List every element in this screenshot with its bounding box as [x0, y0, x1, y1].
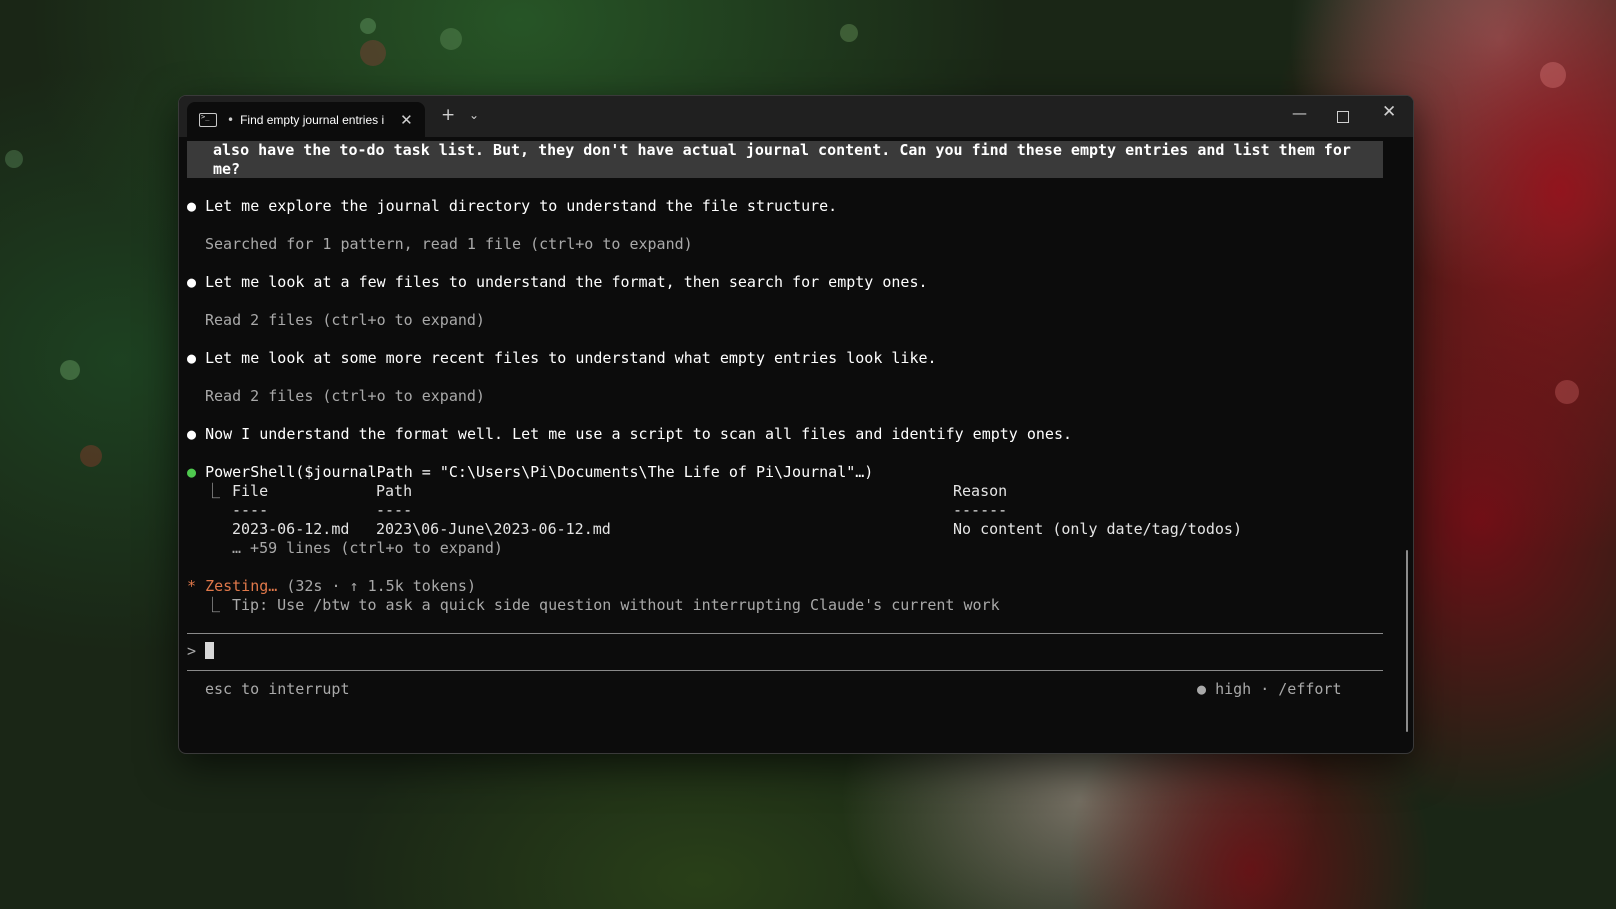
- terminal-content[interactable]: also have the to-do task list. But, they…: [187, 137, 1385, 753]
- tool-call: ● PowerShell($journalPath = "C:\Users\Pi…: [187, 463, 874, 481]
- terminal-icon: [199, 112, 217, 127]
- tool-summary[interactable]: Read 2 files (ctrl+o to expand): [205, 311, 485, 330]
- header-underline: ------: [953, 501, 1008, 519]
- bokeh-light: [360, 40, 386, 66]
- bokeh-light: [80, 445, 102, 467]
- tool-summary[interactable]: Searched for 1 pattern, read 1 file (ctr…: [205, 235, 693, 254]
- minimize-button[interactable]: —: [1292, 104, 1307, 122]
- status-line: * Zesting… (32s · ↑ 1.5k tokens): [187, 577, 476, 595]
- column-header-path: Path: [376, 482, 413, 500]
- header-underline: ----: [376, 501, 413, 519]
- bullet-icon: ●: [187, 197, 197, 215]
- bokeh-light: [5, 150, 23, 168]
- effort-dot-icon: ●: [1197, 680, 1207, 698]
- input-field[interactable]: [205, 642, 214, 661]
- table-cell-file: 2023-06-12.md: [232, 520, 350, 538]
- table-cell-path: 2023\06-June\2023-06-12.md: [376, 520, 611, 538]
- tab-modified-dot: •: [227, 112, 235, 127]
- expand-more-lines[interactable]: … +59 lines (ctrl+o to expand): [232, 539, 503, 558]
- assistant-message: ● Let me look at some more recent files …: [187, 349, 937, 367]
- bullet-icon: ●: [187, 425, 197, 443]
- bokeh-light: [360, 18, 376, 34]
- table-cell-reason: No content (only date/tag/todos): [953, 520, 1242, 538]
- tab-title: Find empty journal entries i: [240, 112, 385, 127]
- status-dot-icon: ●: [187, 463, 197, 481]
- spinner-icon: *: [187, 577, 197, 595]
- chevron-down-icon[interactable]: ⌄: [469, 108, 479, 122]
- bokeh-light: [1540, 62, 1566, 88]
- interrupt-hint: esc to interrupt: [205, 680, 350, 698]
- assistant-message: ● Now I understand the format well. Let …: [187, 425, 1073, 443]
- input-divider-bottom: [187, 670, 1383, 671]
- title-bar: • Find empty journal entries i ✕ + ⌄ — ✕: [179, 96, 1413, 137]
- text-cursor: [205, 642, 214, 659]
- user-prompt-block: also have the to-do task list. But, they…: [187, 141, 1383, 178]
- input-prompt-symbol: >: [187, 642, 197, 660]
- header-underline: ----: [232, 501, 269, 519]
- bokeh-light: [440, 28, 462, 50]
- tab-close-icon[interactable]: ✕: [400, 111, 413, 129]
- tip-text: Tip: Use /btw to ask a quick side questi…: [232, 596, 1000, 614]
- assistant-message: ● Let me explore the journal directory t…: [187, 197, 838, 215]
- terminal-window: • Find empty journal entries i ✕ + ⌄ — ✕…: [178, 95, 1414, 754]
- bokeh-light: [60, 360, 80, 380]
- scrollbar[interactable]: [1406, 550, 1408, 732]
- tool-summary[interactable]: Read 2 files (ctrl+o to expand): [205, 387, 485, 406]
- bullet-icon: ●: [187, 349, 197, 367]
- bokeh-light: [840, 24, 858, 42]
- bokeh-light: [1555, 380, 1579, 404]
- close-window-button[interactable]: ✕: [1382, 102, 1396, 122]
- tree-branch-icon: ⎿: [205, 482, 221, 500]
- tab-active[interactable]: • Find empty journal entries i ✕: [187, 102, 425, 137]
- tree-branch-icon: ⎿: [205, 596, 221, 614]
- assistant-message: ● Let me look at a few files to understa…: [187, 273, 928, 291]
- new-tab-button[interactable]: +: [441, 105, 455, 125]
- maximize-button[interactable]: [1337, 111, 1349, 123]
- column-header-file: File: [232, 482, 269, 500]
- column-header-reason: Reason: [953, 482, 1008, 500]
- input-divider-top: [187, 633, 1383, 634]
- effort-indicator[interactable]: ● high · /effort: [1197, 680, 1342, 699]
- bullet-icon: ●: [187, 273, 197, 291]
